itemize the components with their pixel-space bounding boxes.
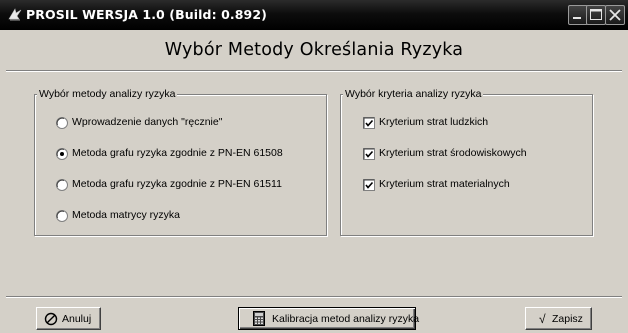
- calculator-icon: [253, 311, 265, 326]
- checkbox-material-loss[interactable]: [363, 179, 375, 191]
- minimize-button[interactable]: [568, 5, 588, 25]
- radio-graph-61508[interactable]: [56, 148, 68, 160]
- radio-manual-entry[interactable]: [56, 117, 68, 129]
- footer-divider: [6, 296, 622, 298]
- save-button[interactable]: √ Zapisz: [525, 307, 592, 330]
- criteria-group-legend: Wybór kryteria analizy ryzyka: [343, 88, 484, 101]
- method-group-legend: Wybór metody analizy ryzyka: [37, 88, 178, 101]
- option-risk-matrix-label[interactable]: Metoda matrycy ryzyka: [72, 209, 180, 222]
- header-divider: [6, 70, 622, 72]
- page-title: Wybór Metody Określania Ryzyka: [164, 40, 464, 60]
- radio-graph-61511[interactable]: [56, 179, 68, 191]
- criterion-environmental-loss-label[interactable]: Kryterium strat środowiskowych: [379, 147, 527, 160]
- maximize-button[interactable]: [586, 5, 606, 25]
- minimize-icon: [573, 17, 581, 19]
- cancel-label: Anuluj: [62, 313, 92, 325]
- checkbox-human-loss[interactable]: [363, 117, 375, 129]
- criterion-human-loss-label[interactable]: Kryterium strat ludzkich: [379, 116, 488, 129]
- option-manual-entry-label[interactable]: Wprowadzenie danych "ręcznie": [72, 116, 222, 129]
- option-graph-61508-label[interactable]: Metoda grafu ryzyka zgodnie z PN-EN 6150…: [72, 147, 283, 160]
- close-button[interactable]: [605, 5, 625, 25]
- close-icon: [609, 9, 621, 21]
- method-groupbox: Wybór metody analizy ryzyka Wprowadzenie…: [34, 88, 327, 236]
- calibration-button[interactable]: Kalibracja metod analizy ryzyka: [238, 307, 420, 330]
- title-bar[interactable]: PROSIL WERSJA 1.0 (Build: 0.892): [0, 0, 628, 30]
- window-title: PROSIL WERSJA 1.0 (Build: 0.892): [26, 7, 267, 22]
- calibration-label: Kalibracja metod analizy ryzyka: [272, 313, 420, 325]
- checkbox-environmental-loss[interactable]: [363, 148, 375, 160]
- no-entry-icon: [44, 312, 58, 326]
- checkmark-icon: √: [539, 312, 546, 326]
- criterion-material-loss-label[interactable]: Kryterium strat materialnych: [379, 178, 510, 191]
- prosil-app-icon[interactable]: [7, 6, 23, 22]
- radio-risk-matrix[interactable]: [56, 210, 68, 222]
- cancel-button[interactable]: Anuluj: [36, 307, 101, 330]
- maximize-icon: [590, 9, 602, 20]
- save-label: Zapisz: [552, 313, 583, 325]
- option-graph-61511-label[interactable]: Metoda grafu ryzyka zgodnie z PN-EN 6151…: [72, 178, 282, 191]
- criteria-groupbox: Wybór kryteria analizy ryzyka Kryterium …: [340, 88, 593, 236]
- main-window: PROSIL WERSJA 1.0 (Build: 0.892) Wybór M…: [0, 0, 628, 333]
